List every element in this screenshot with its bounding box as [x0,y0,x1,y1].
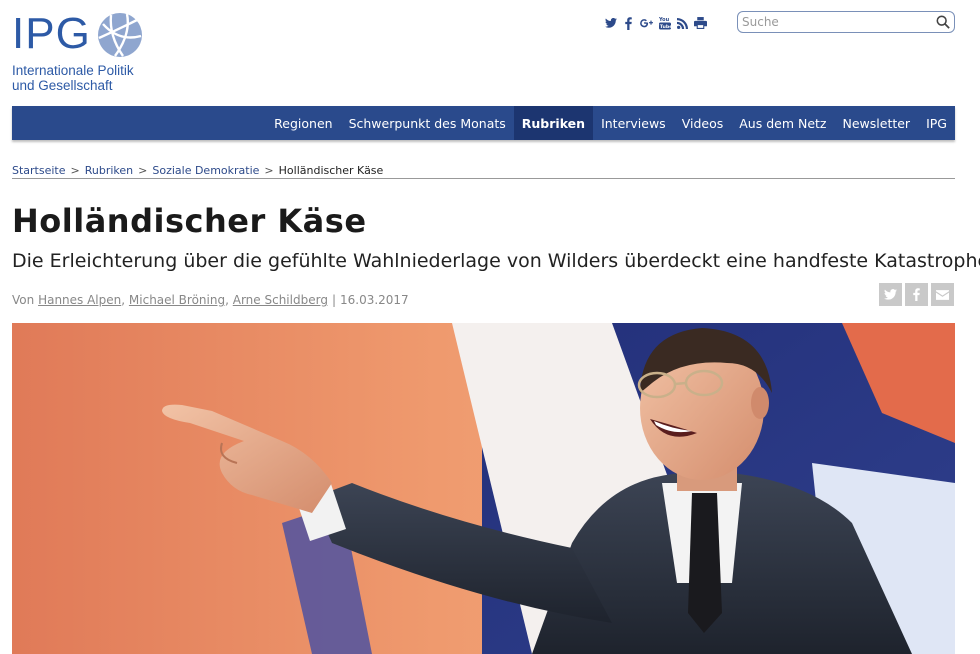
breadcrumb-startseite[interactable]: Startseite [12,164,66,177]
logo-subtitle: Internationale Politik und Gesellschaft [12,63,134,93]
nav-item-videos[interactable]: Videos [674,106,732,140]
article-hero-image [12,323,955,654]
facebook-share-icon[interactable] [905,283,928,306]
logo-line-2: und Gesellschaft [12,78,113,93]
share-buttons [879,283,954,306]
date-separator: | [331,293,336,307]
breadcrumb: Startseite > Rubriken > Soziale Demokratie > H… [12,164,955,179]
rss-icon[interactable] [676,15,689,31]
author-separator: , [121,293,126,307]
breadcrumb-separator: > [264,164,274,177]
article-date: 16.03.2017 [339,293,409,307]
svg-text:Tube: Tube [659,24,670,30]
logo-letters: IPG [12,9,91,58]
email-share-icon[interactable] [931,283,954,306]
nav-item-rubriken[interactable]: Rubriken [513,106,594,140]
nav-item-interviews[interactable]: Interviews [593,106,674,140]
twitter-share-icon[interactable] [879,283,902,306]
logo-line-1: Internationale Politik [12,63,134,78]
nav-item-newsletter[interactable]: Newsletter [835,106,919,140]
author-link[interactable]: Michael Bröning [129,293,225,307]
print-icon[interactable] [694,15,707,31]
breadcrumb-separator: > [138,164,148,177]
article-subtitle: Die Erleichterung über die gefühlte Wahl… [12,250,980,272]
author-link[interactable]: Hannes Alpen [38,293,121,307]
facebook-icon[interactable] [622,15,635,31]
svg-text:You: You [659,17,670,23]
hero-photo [12,323,955,654]
article-title: Holländischer Käse [12,202,367,240]
byline-prefix: Von [12,293,35,307]
twitter-icon[interactable] [604,15,617,31]
breadcrumb-current: Holländischer Käse [278,164,384,177]
nav-item-ipg[interactable]: IPG [918,106,955,140]
social-links: YouTube [604,14,707,32]
google-plus-icon[interactable] [640,15,653,31]
nav-item-aus-dem-netz[interactable]: Aus dem Netz [731,106,834,140]
nav-item-regionen[interactable]: Regionen [266,106,340,140]
search-box [737,11,955,33]
article-byline: Von Hannes Alpen, Michael Bröning, Arne … [12,293,409,307]
nav-item-schwerpunkt[interactable]: Schwerpunkt des Monats [341,106,514,140]
author-separator: , [225,293,229,307]
breadcrumb-soziale-demokratie[interactable]: Soziale Demokratie [152,164,259,177]
main-navigation: Regionen Schwerpunkt des Monats Rubriken… [12,106,955,140]
breadcrumb-rubriken[interactable]: Rubriken [85,164,133,177]
search-icon[interactable] [936,15,950,29]
site-logo[interactable]: IPG Internationale Politik und Gesellsch… [12,12,152,96]
breadcrumb-separator: > [70,164,80,177]
globe-icon [98,13,142,57]
author-link[interactable]: Arne Schildberg [233,293,328,307]
search-input[interactable] [742,13,932,31]
youtube-icon[interactable]: YouTube [658,15,671,31]
